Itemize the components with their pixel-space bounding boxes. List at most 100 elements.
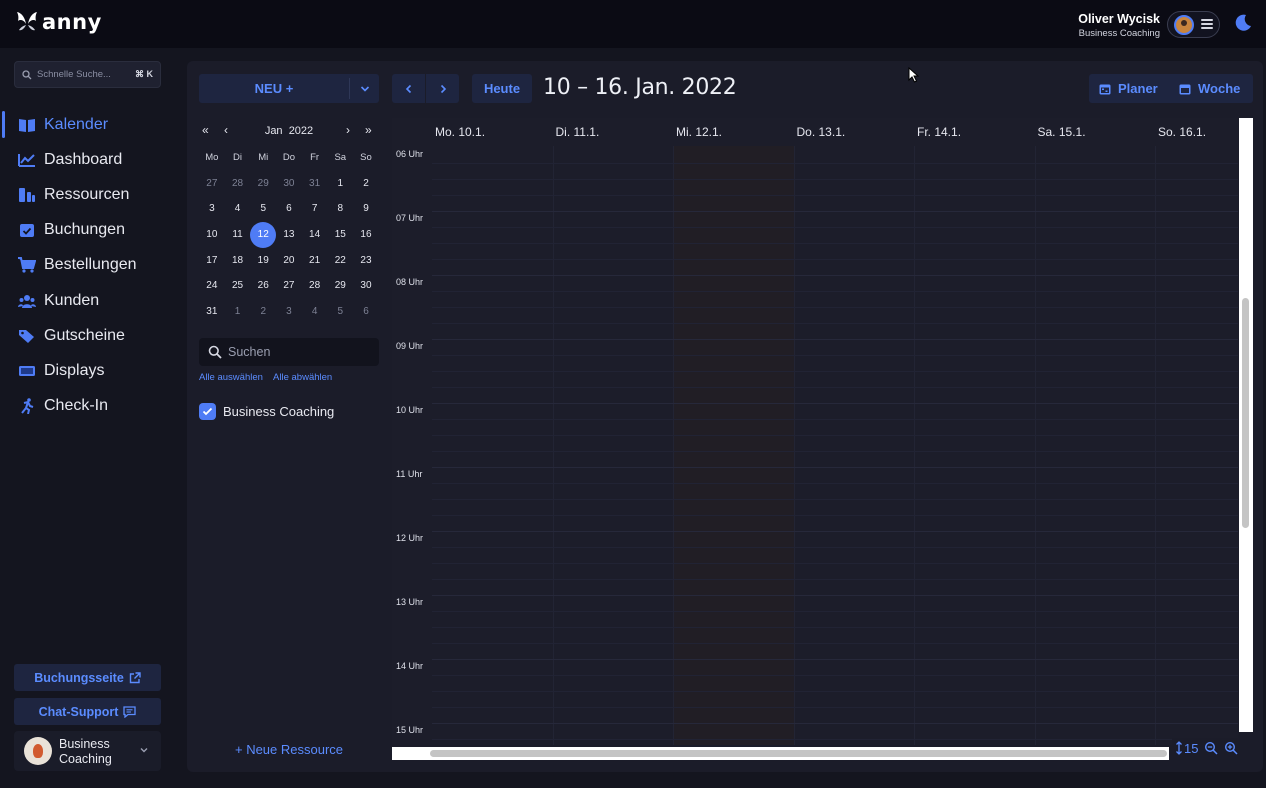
day-cell[interactable]: 16 xyxy=(353,229,379,240)
new-resource-button[interactable]: + Neue Ressource xyxy=(199,742,379,757)
new-dropdown-button[interactable] xyxy=(350,74,379,103)
day-column-header[interactable]: Fr. 14.1. xyxy=(917,125,961,139)
day-cell[interactable]: 9 xyxy=(353,203,379,214)
resource-search-input[interactable]: Suchen xyxy=(199,338,379,366)
hour-line xyxy=(432,659,1238,660)
sidebar-item-kalender[interactable]: Kalender xyxy=(0,107,176,142)
prev-week-button[interactable] xyxy=(392,74,425,103)
zoom-out-icon[interactable] xyxy=(1204,741,1218,755)
sidebar-item-label: Dashboard xyxy=(44,150,123,168)
quarter-hour-line xyxy=(432,419,1238,420)
day-cell[interactable]: 31 xyxy=(199,306,225,317)
mini-calendar: « ‹ Jan 2022 › » Mo Di Mi Do Fr Sa So 27 28 29 30 3… xyxy=(199,120,379,317)
day-cell[interactable]: 24 xyxy=(199,280,225,291)
resource-label: Business Coaching xyxy=(223,404,335,419)
sidebar-item-kunden[interactable]: Kunden xyxy=(0,283,176,318)
day-cell[interactable]: 25 xyxy=(225,280,251,291)
day-cell[interactable]: 30 xyxy=(276,178,302,189)
today-button[interactable]: Heute xyxy=(472,74,532,103)
next-week-button[interactable] xyxy=(426,74,459,103)
day-cell[interactable]: 17 xyxy=(199,255,225,266)
day-cell[interactable]: 18 xyxy=(225,255,251,266)
interval-control[interactable]: 15 xyxy=(1175,741,1198,756)
app-logo[interactable]: anny xyxy=(16,10,102,34)
day-cell[interactable]: 7 xyxy=(302,203,328,214)
day-cell[interactable]: 22 xyxy=(327,255,353,266)
day-column-header[interactable]: Sa. 15.1. xyxy=(1038,125,1086,139)
day-cell[interactable]: 13 xyxy=(276,229,302,240)
day-cell[interactable]: 27 xyxy=(199,178,225,189)
horizontal-scroll-thumb[interactable] xyxy=(430,750,1167,757)
sidebar-item-bestellungen[interactable]: Bestellungen xyxy=(0,248,176,283)
day-cell[interactable]: 29 xyxy=(327,280,353,291)
sidebar-item-dashboard[interactable]: Dashboard xyxy=(0,142,176,177)
day-cell[interactable]: 6 xyxy=(276,203,302,214)
week-view-button[interactable]: Woche xyxy=(1179,74,1240,103)
day-column-header[interactable]: So. 16.1. xyxy=(1158,125,1206,139)
user-menu-button[interactable] xyxy=(1167,11,1220,38)
planner-view-label: Planer xyxy=(1118,81,1158,96)
quarter-hour-line xyxy=(432,643,1238,644)
day-cell[interactable]: 1 xyxy=(225,306,251,317)
weekday-label: So xyxy=(360,152,372,164)
deselect-all-link[interactable]: Alle abwählen xyxy=(273,372,332,383)
day-cell[interactable]: 31 xyxy=(302,178,328,189)
day-cell[interactable]: 2 xyxy=(353,178,379,189)
day-cell[interactable]: 4 xyxy=(302,306,328,317)
next-month-button[interactable]: › xyxy=(346,123,350,137)
day-cell[interactable]: 28 xyxy=(225,178,251,189)
sidebar-item-gutscheine[interactable]: Gutscheine xyxy=(0,318,176,353)
day-column-header[interactable]: Di. 11.1. xyxy=(556,125,600,139)
day-cell[interactable]: 8 xyxy=(327,203,353,214)
day-cell[interactable]: 5 xyxy=(250,203,276,214)
hour-line xyxy=(432,275,1238,276)
company-switcher[interactable]: Business Coaching xyxy=(14,731,161,771)
next-year-button[interactable]: » xyxy=(365,123,372,137)
day-cell[interactable]: 1 xyxy=(327,178,353,189)
day-cell[interactable]: 14 xyxy=(302,229,328,240)
day-cell[interactable]: 20 xyxy=(276,255,302,266)
quarter-hour-line xyxy=(432,515,1238,516)
day-column-header[interactable]: Do. 13.1. xyxy=(797,125,846,139)
vertical-scrollbar[interactable] xyxy=(1239,118,1253,732)
day-cell[interactable]: 27 xyxy=(276,280,302,291)
day-cell[interactable]: 26 xyxy=(250,280,276,291)
sidebar-item-check-in[interactable]: Check-In xyxy=(0,389,176,424)
dark-mode-moon-icon[interactable] xyxy=(1233,13,1253,33)
day-column-header[interactable]: Mi. 12.1. xyxy=(676,125,722,139)
day-cell[interactable]: 28 xyxy=(302,280,328,291)
day-cell[interactable]: 10 xyxy=(199,229,225,240)
resource-checkbox[interactable] xyxy=(199,403,216,420)
sidebar-item-buchungen[interactable]: Buchungen xyxy=(0,213,176,248)
horizontal-scrollbar[interactable] xyxy=(392,747,1169,760)
quick-search-input[interactable]: Schnelle Suche... ⌘ K xyxy=(14,61,161,88)
day-cell[interactable]: 15 xyxy=(327,229,353,240)
sidebar-item-displays[interactable]: Displays xyxy=(0,353,176,388)
new-button[interactable]: NEU + xyxy=(199,74,349,103)
user-avatar xyxy=(1174,15,1194,35)
sidebar-item-ressourcen[interactable]: Ressourcen xyxy=(0,177,176,212)
day-cell[interactable]: 2 xyxy=(250,306,276,317)
day-separator xyxy=(673,146,674,745)
day-cell[interactable]: 21 xyxy=(302,255,328,266)
chat-support-button[interactable]: Chat-Support xyxy=(14,698,161,725)
resource-checkbox-row[interactable]: Business Coaching xyxy=(199,403,334,420)
day-cell[interactable]: 29 xyxy=(250,178,276,189)
planner-view-button[interactable]: Planer xyxy=(1099,74,1158,103)
day-column-header[interactable]: Mo. 10.1. xyxy=(435,125,485,139)
zoom-in-icon[interactable] xyxy=(1224,741,1238,755)
day-cell[interactable]: 3 xyxy=(199,203,225,214)
day-cell[interactable]: 5 xyxy=(327,306,353,317)
select-all-link[interactable]: Alle auswählen xyxy=(199,372,263,383)
day-cell[interactable]: 30 xyxy=(353,280,379,291)
day-cell[interactable]: 23 xyxy=(353,255,379,266)
day-cell[interactable]: 4 xyxy=(225,203,251,214)
vertical-scroll-thumb[interactable] xyxy=(1242,298,1249,528)
day-cell[interactable]: 19 xyxy=(250,255,276,266)
booking-page-button[interactable]: Buchungsseite xyxy=(14,664,161,691)
day-cell[interactable]: 6 xyxy=(353,306,379,317)
day-cell[interactable]: 3 xyxy=(276,306,302,317)
day-cell-selected[interactable]: 12 xyxy=(250,222,277,249)
display-icon xyxy=(18,363,36,379)
day-cell[interactable]: 11 xyxy=(225,229,251,240)
